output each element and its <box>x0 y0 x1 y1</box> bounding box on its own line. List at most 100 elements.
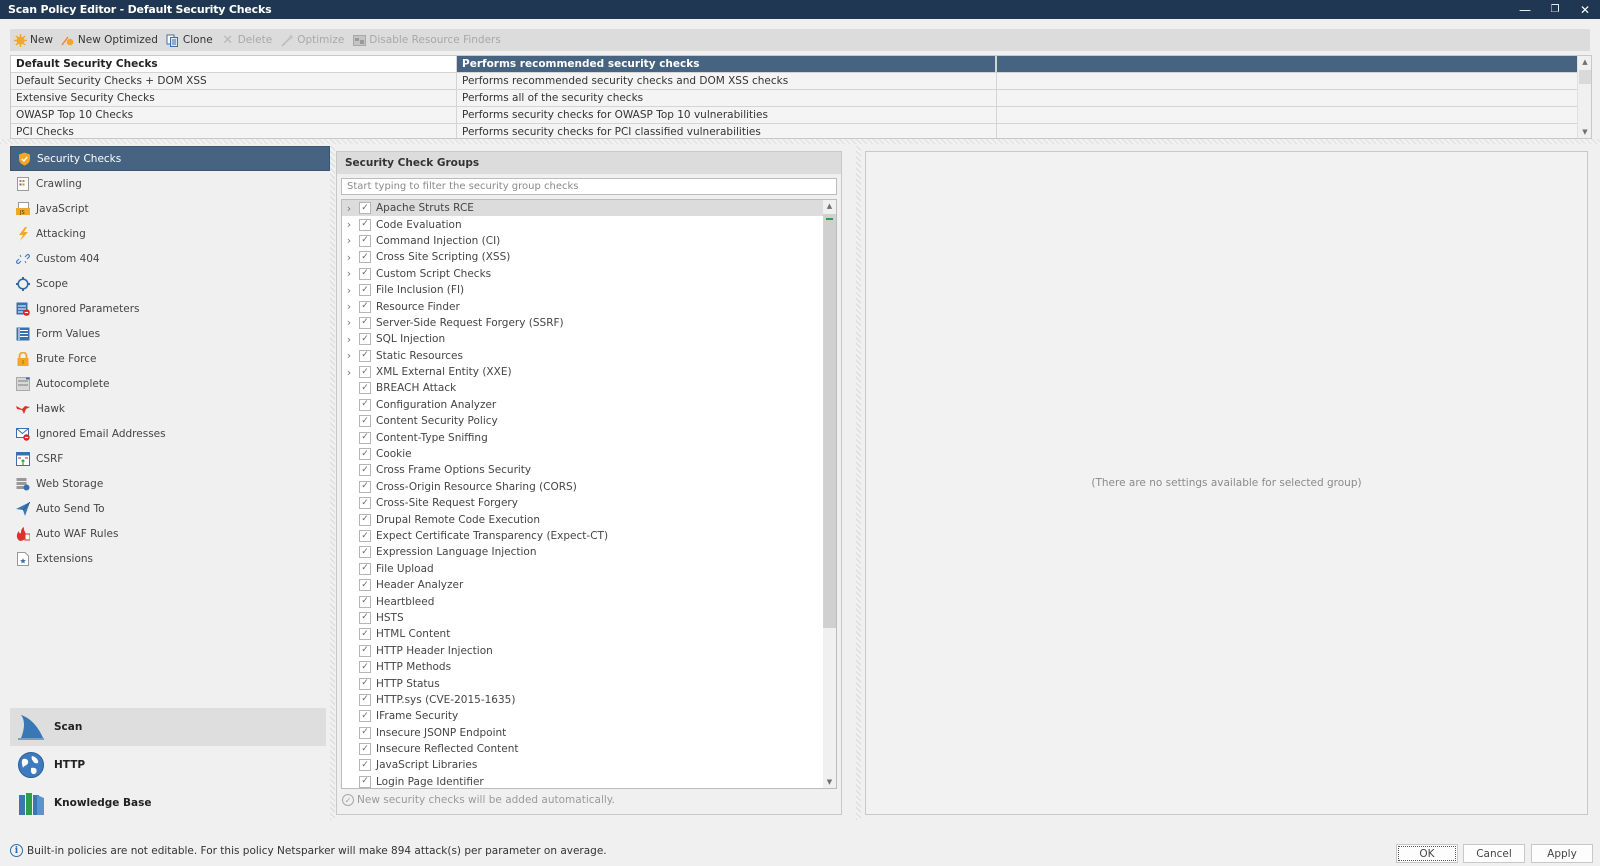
security-check-checkbox[interactable]: ✓ <box>359 398 371 411</box>
security-check-checkbox[interactable]: ✓ <box>359 677 371 690</box>
security-check-checkbox[interactable]: ✓ <box>359 431 371 444</box>
security-check-checkbox[interactable]: ✓ <box>359 530 371 542</box>
security-check-checkbox[interactable]: ✓ <box>359 415 371 428</box>
policy-row[interactable]: Default Security Checks Performs recomme… <box>11 56 1591 73</box>
security-check-checkbox[interactable]: ✓ <box>359 611 371 624</box>
security-check-checkbox[interactable]: ✓ <box>359 562 371 575</box>
scroll-up-arrow-icon[interactable]: ▲ <box>823 200 836 212</box>
security-check-row[interactable]: ✓ BREACH Attack <box>342 380 836 396</box>
security-check-row[interactable]: ✓ Cross Frame Options Security <box>342 462 836 478</box>
sidebar-item-csrf[interactable]: CSRF <box>10 446 330 471</box>
policy-row[interactable]: OWASP Top 10 Checks Performs security ch… <box>11 107 1591 124</box>
security-check-checkbox[interactable]: ✓ <box>359 218 371 231</box>
security-check-checkbox[interactable]: ✓ <box>359 759 371 772</box>
close-button[interactable]: ✕ <box>1570 0 1600 19</box>
security-check-row[interactable]: ✓ HSTS <box>342 610 836 626</box>
security-check-checkbox[interactable]: ✓ <box>359 382 371 395</box>
security-check-checkbox[interactable]: ✓ <box>359 202 371 215</box>
security-check-checkbox[interactable]: ✓ <box>359 448 371 461</box>
expand-chevron-icon[interactable]: › <box>342 366 356 379</box>
sidebar-item-web-storage[interactable]: Web Storage <box>10 471 330 496</box>
security-check-checkbox[interactable]: ✓ <box>359 546 371 559</box>
security-check-row[interactable]: › ✓ Apache Struts RCE <box>342 200 836 217</box>
security-check-row[interactable]: ✓ Insecure Reflected Content <box>342 741 836 757</box>
security-check-row[interactable]: ✓ Cross-Site Request Forgery <box>342 495 836 511</box>
sidebar-item-hawk[interactable]: Hawk <box>10 396 330 421</box>
vertical-splitter[interactable] <box>330 146 335 820</box>
expand-chevron-icon[interactable]: › <box>342 251 356 264</box>
policy-table-scrollbar[interactable]: ▲ ▼ <box>1577 56 1591 138</box>
security-check-checkbox[interactable]: ✓ <box>359 710 371 723</box>
security-check-row[interactable]: › ✓ Command Injection (CI) <box>342 233 836 249</box>
security-check-row[interactable]: ✓ IFrame Security <box>342 708 836 724</box>
expand-chevron-icon[interactable]: › <box>342 234 356 247</box>
scroll-down-arrow-icon[interactable]: ▼ <box>1578 126 1591 138</box>
vertical-splitter[interactable] <box>856 146 861 820</box>
scrollbar-thumb[interactable] <box>1579 70 1591 84</box>
sidebar-item-ignored-email-addresses[interactable]: Ignored Email Addresses <box>10 421 330 446</box>
security-check-checkbox[interactable]: ✓ <box>359 316 371 329</box>
security-check-row[interactable]: ✓ JavaScript Libraries <box>342 757 836 773</box>
security-check-row[interactable]: ✓ HTTP Header Injection <box>342 643 836 659</box>
section-scan[interactable]: Scan <box>10 708 326 746</box>
security-check-checkbox[interactable]: ✓ <box>359 234 371 247</box>
section-http[interactable]: HTTP <box>10 746 326 784</box>
expand-chevron-icon[interactable]: › <box>342 349 356 362</box>
security-check-row[interactable]: › ✓ Static Resources <box>342 348 836 364</box>
security-check-checkbox[interactable]: ✓ <box>359 300 371 313</box>
security-check-checkbox[interactable]: ✓ <box>359 349 371 362</box>
security-check-row[interactable]: › ✓ XML External Entity (XXE) <box>342 364 836 380</box>
security-check-checkbox[interactable]: ✓ <box>359 267 371 280</box>
sidebar-item-javascript[interactable]: JS JavaScript <box>10 196 330 221</box>
scroll-down-arrow-icon[interactable]: ▼ <box>823 776 836 788</box>
section-knowledge-base[interactable]: Knowledge Base <box>10 784 326 822</box>
delete-button[interactable]: ✕ Delete <box>221 33 272 48</box>
security-check-checkbox[interactable]: ✓ <box>359 644 371 657</box>
security-check-row[interactable]: › ✓ Cross Site Scripting (XSS) <box>342 249 836 265</box>
security-check-row[interactable]: ✓ Content-Type Sniffing <box>342 429 836 445</box>
sidebar-item-autocomplete[interactable]: Autocomplete <box>10 371 330 396</box>
scrollbar-thumb[interactable] <box>823 214 836 628</box>
security-check-row[interactable]: ✓ HTTP Status <box>342 675 836 691</box>
security-check-checkbox[interactable]: ✓ <box>359 743 371 756</box>
security-check-row[interactable]: ✓ Heartbleed <box>342 593 836 609</box>
security-check-checkbox[interactable]: ✓ <box>359 726 371 739</box>
sidebar-item-brute-force[interactable]: Brute Force <box>10 346 330 371</box>
security-check-checkbox[interactable]: ✓ <box>359 513 371 526</box>
sidebar-item-crawling[interactable]: Crawling <box>10 171 330 196</box>
security-check-row[interactable]: ✓ Cookie <box>342 446 836 462</box>
security-check-row[interactable]: ✓ HTML Content <box>342 626 836 642</box>
security-check-row[interactable]: ✓ HTTP Methods <box>342 659 836 675</box>
security-check-row[interactable]: ✓ Expect Certificate Transparency (Expect… <box>342 528 836 544</box>
security-check-checkbox[interactable]: ✓ <box>359 251 371 264</box>
security-check-row[interactable]: › ✓ Resource Finder <box>342 298 836 314</box>
restore-button[interactable]: ❐ <box>1540 0 1570 19</box>
disable-resource-finders-button[interactable]: Disable Resource Finders <box>352 33 501 47</box>
sidebar-item-auto-waf-rules[interactable]: Auto WAF Rules <box>10 521 330 546</box>
security-check-checkbox[interactable]: ✓ <box>359 366 371 379</box>
security-check-row[interactable]: ✓ Login Page Identifier <box>342 774 836 788</box>
security-check-checkbox[interactable]: ✓ <box>359 497 371 510</box>
new-button[interactable]: New <box>13 33 53 47</box>
expand-chevron-icon[interactable]: › <box>342 202 356 215</box>
expand-chevron-icon[interactable]: › <box>342 300 356 313</box>
security-check-checkbox[interactable]: ✓ <box>359 628 371 641</box>
security-check-row[interactable]: › ✓ SQL Injection <box>342 331 836 347</box>
clone-button[interactable]: Clone <box>166 33 213 47</box>
security-check-row[interactable]: ✓ Insecure JSONP Endpoint <box>342 725 836 741</box>
apply-button[interactable]: Apply <box>1531 844 1593 863</box>
expand-chevron-icon[interactable]: › <box>342 316 356 329</box>
expand-chevron-icon[interactable]: › <box>342 218 356 231</box>
filter-security-groups-input[interactable] <box>341 178 837 195</box>
policy-row[interactable]: Default Security Checks + DOM XSS Perfor… <box>11 73 1591 90</box>
security-check-checkbox[interactable]: ✓ <box>359 693 371 706</box>
sidebar-item-security-checks[interactable]: Security Checks <box>10 146 330 171</box>
security-check-row[interactable]: ✓ Cross-Origin Resource Sharing (CORS) <box>342 479 836 495</box>
horizontal-splitter[interactable] <box>0 139 1600 144</box>
security-check-checkbox[interactable]: ✓ <box>359 661 371 674</box>
security-check-row[interactable]: ✓ Header Analyzer <box>342 577 836 593</box>
sidebar-item-attacking[interactable]: Attacking <box>10 221 330 246</box>
policy-row[interactable]: Extensive Security Checks Performs all o… <box>11 90 1591 107</box>
sidebar-item-custom-404[interactable]: Custom 404 <box>10 246 330 271</box>
security-check-row[interactable]: ✓ Expression Language Injection <box>342 544 836 560</box>
